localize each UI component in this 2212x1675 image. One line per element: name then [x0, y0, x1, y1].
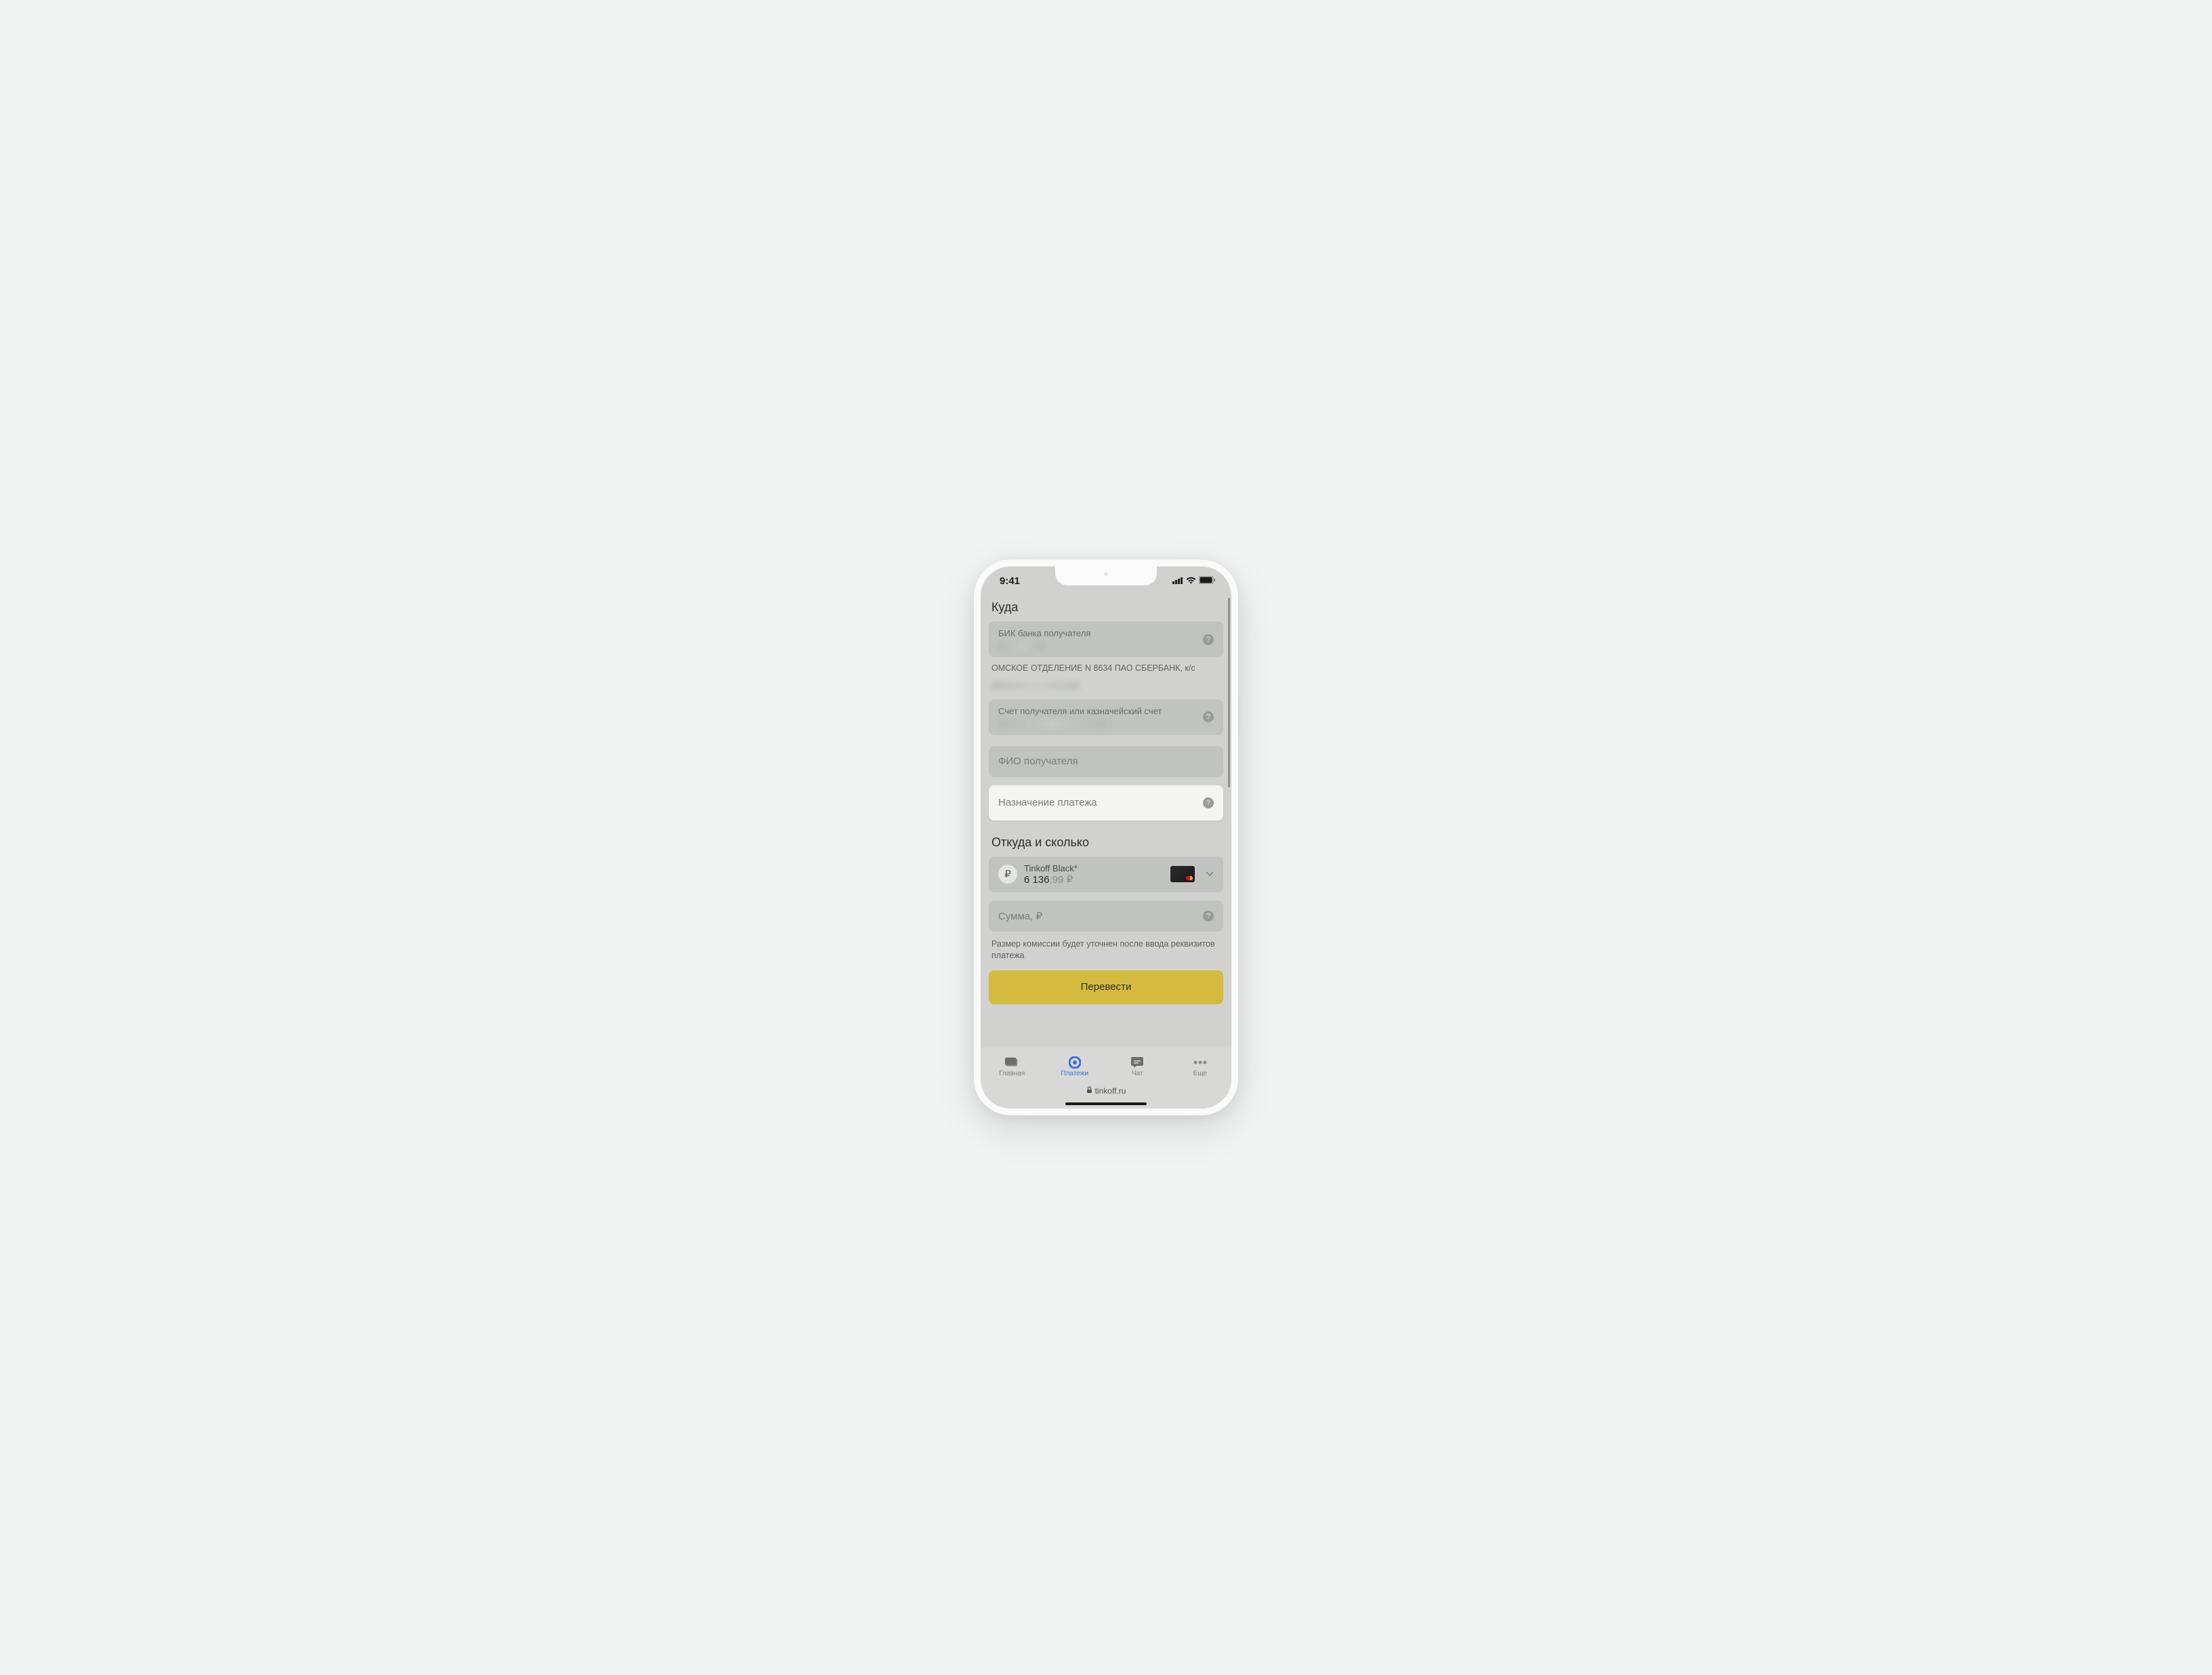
url-text: tinkoff.ru [1095, 1086, 1126, 1096]
battery-icon [1199, 575, 1215, 587]
tab-payments[interactable]: Платежи [1054, 1056, 1095, 1077]
transfer-button[interactable]: Перевести [989, 970, 1223, 1004]
payments-icon [1068, 1056, 1082, 1069]
cellular-icon [1172, 575, 1183, 587]
amount-field[interactable]: Сумма, ₽ ? [989, 901, 1223, 932]
home-indicator[interactable] [981, 1099, 1231, 1109]
lock-icon [1086, 1086, 1092, 1096]
transfer-button-label: Перевести [1081, 981, 1132, 993]
tab-home[interactable]: Главная [991, 1056, 1032, 1077]
payment-purpose-label: Назначение платежа [998, 797, 1203, 808]
tab-chat[interactable]: Чат [1117, 1056, 1158, 1077]
bank-info-text: ОМСКОЕ ОТДЕЛЕНИЕ N 8634 ПАО СБЕРБАНК, к/… [989, 661, 1223, 682]
recipient-account-value-redacted [998, 719, 1107, 728]
recipient-account-field[interactable]: Счет получателя или казначейский счет ? [989, 699, 1223, 735]
tab-bar: Главная Платежи Чат [981, 1048, 1231, 1083]
section-destination-title: Куда [989, 595, 1223, 621]
card-thumbnail [1170, 866, 1195, 882]
commission-hint: Размер комиссии будет уточнен после ввод… [989, 936, 1223, 970]
home-icon [1005, 1056, 1019, 1069]
tab-home-label: Главная [999, 1070, 1025, 1077]
bik-value-redacted [998, 641, 1046, 650]
ruble-icon: ₽ [998, 865, 1017, 884]
tab-more[interactable]: Еще [1180, 1056, 1221, 1077]
account-balance: 6 136,99 ₽ [1024, 873, 1164, 886]
scrollbar[interactable] [1228, 598, 1230, 787]
bik-label: БИК банка получателя [998, 628, 1203, 638]
amount-label: Сумма, ₽ [998, 910, 1203, 922]
fio-field[interactable]: ФИО получателя [989, 746, 1223, 777]
tab-more-label: Еще [1193, 1070, 1207, 1077]
more-icon [1193, 1056, 1207, 1069]
phone-notch [1055, 566, 1157, 585]
status-time: 9:41 [1000, 575, 1020, 587]
tab-payments-label: Платежи [1061, 1070, 1088, 1077]
chat-icon [1130, 1056, 1144, 1069]
phone-frame: 9:41 Куда Б [974, 560, 1238, 1115]
help-icon[interactable]: ? [1203, 798, 1214, 808]
tab-chat-label: Чат [1132, 1070, 1143, 1077]
help-icon[interactable]: ? [1203, 911, 1214, 922]
help-icon[interactable]: ? [1203, 634, 1214, 645]
source-account-selector[interactable]: ₽ Tinkoff Black* 6 136,99 ₽ [989, 856, 1223, 892]
fio-label: ФИО получателя [998, 756, 1214, 767]
bik-field[interactable]: БИК банка получателя ? [989, 621, 1223, 657]
help-icon[interactable]: ? [1203, 711, 1214, 722]
section-source-title: Откуда и сколько [989, 825, 1223, 856]
recipient-account-label: Счет получателя или казначейский счет [998, 706, 1203, 716]
account-name: Tinkoff Black* [1024, 863, 1164, 873]
chevron-down-icon [1206, 869, 1214, 879]
corr-account-redacted [991, 682, 1080, 690]
payment-purpose-field[interactable]: Назначение платежа ? [989, 785, 1223, 821]
browser-url-bar[interactable]: tinkoff.ru [981, 1083, 1231, 1099]
wifi-icon [1186, 575, 1196, 587]
